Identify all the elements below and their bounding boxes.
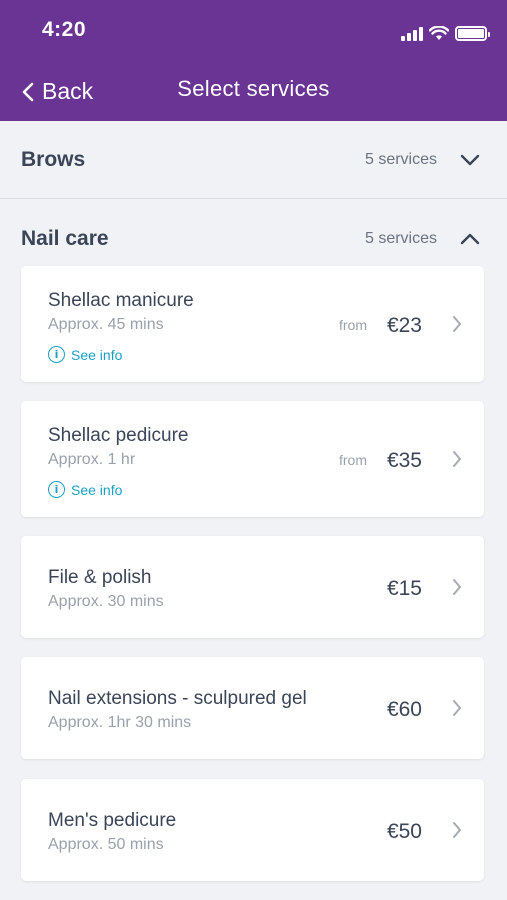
service-duration: Approx. 30 mins	[48, 593, 164, 610]
service-duration: Approx. 45 mins	[48, 316, 164, 333]
service-duration: Approx. 1hr 30 mins	[48, 714, 192, 731]
service-duration: Approx. 1 hr	[48, 451, 136, 468]
service-name: Shellac pedicure	[48, 425, 189, 446]
category-name: Nail care	[21, 227, 109, 250]
chevron-right-icon	[450, 313, 464, 335]
service-name: Nail extensions - sculpured gel	[48, 688, 307, 709]
category-brows[interactable]: Brows 5 services	[0, 121, 507, 199]
chevron-right-icon	[450, 448, 464, 470]
service-name: Shellac manicure	[48, 290, 194, 311]
see-info-label: See info	[71, 346, 123, 363]
page-title: Select services	[177, 76, 330, 101]
signal-icon	[401, 27, 423, 41]
service-price: €15	[386, 577, 422, 600]
service-price: €35	[386, 449, 422, 472]
category-name: Brows	[21, 147, 86, 171]
chevron-right-icon	[450, 576, 464, 598]
chevron-right-icon	[450, 697, 464, 719]
app-header: 4:20 Back Select services	[0, 0, 507, 121]
status-time: 4:20	[42, 18, 87, 41]
see-info-link[interactable]: i See info	[48, 481, 122, 498]
see-info-label: See info	[71, 481, 123, 498]
info-icon: i	[48, 346, 65, 363]
service-card-shellac-pedicure[interactable]: Shellac pedicure Approx. 1 hr i See info…	[21, 401, 484, 517]
wifi-icon	[429, 26, 449, 40]
service-duration: Approx. 50 mins	[48, 836, 164, 853]
service-name: Men's pedicure	[48, 810, 177, 831]
info-icon: i	[48, 481, 65, 498]
category-count: 5 services	[364, 230, 437, 247]
service-card-nail-extensions[interactable]: Nail extensions - sculpured gel Approx. …	[21, 657, 484, 759]
service-price: €23	[386, 314, 422, 337]
see-info-link[interactable]: i See info	[48, 346, 122, 363]
status-icons	[401, 21, 490, 41]
chevron-down-icon	[459, 149, 481, 171]
chevron-up-icon	[459, 228, 481, 250]
category-count: 5 services	[364, 150, 437, 168]
service-price: €60	[386, 698, 422, 721]
price-from-label: from	[339, 317, 367, 333]
service-card-file-polish[interactable]: File & polish Approx. 30 mins €15	[21, 536, 484, 638]
service-price: €50	[386, 820, 422, 843]
chevron-right-icon	[450, 819, 464, 841]
battery-icon	[455, 26, 490, 41]
service-card-mens-pedicure[interactable]: Men's pedicure Approx. 50 mins €50	[21, 779, 484, 881]
service-name: File & polish	[48, 567, 152, 588]
price-from-label: from	[339, 452, 367, 468]
service-card-shellac-manicure[interactable]: Shellac manicure Approx. 45 mins i See i…	[21, 266, 484, 382]
